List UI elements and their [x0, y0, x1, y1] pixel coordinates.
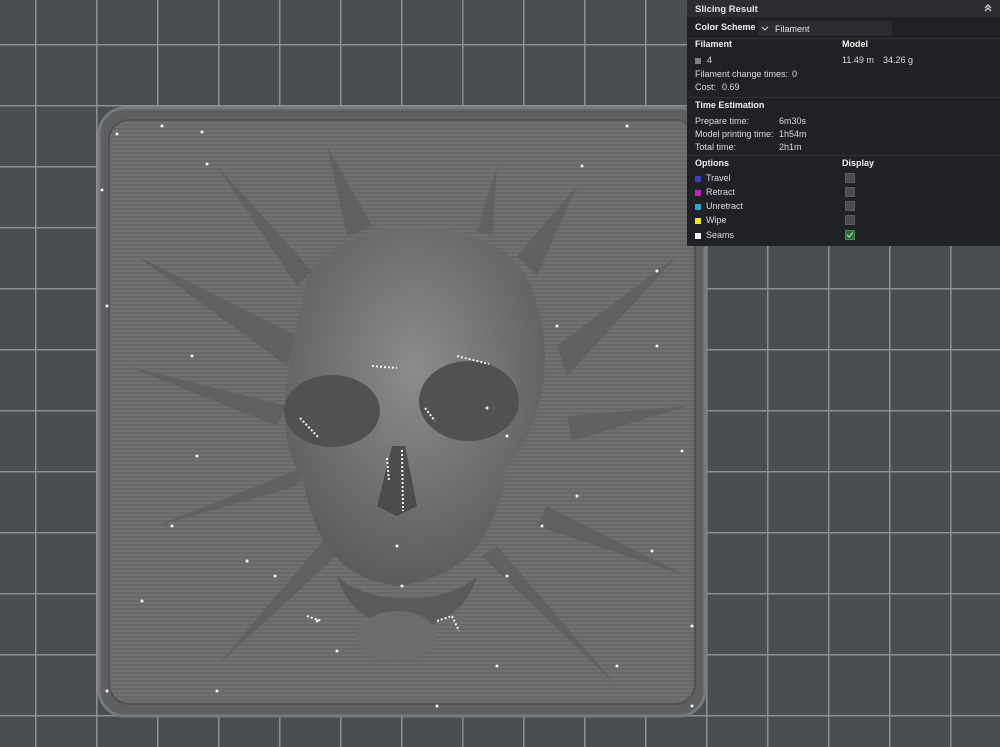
option-wipe-label: Wipe — [706, 215, 727, 225]
unretract-display-checkbox[interactable] — [845, 201, 855, 211]
model-printing-time-label: Model printing time: — [695, 129, 774, 139]
chevron-down-icon — [761, 26, 769, 31]
color-scheme-value: Filament — [775, 24, 810, 34]
unretract-color-swatch — [695, 204, 701, 210]
prepare-time-value: 6m30s — [779, 116, 807, 126]
model-printing-time-value: 1h54m — [779, 129, 807, 139]
filament-color-swatch — [695, 58, 701, 64]
seams-display-checkbox[interactable] — [845, 230, 855, 240]
panel-title: Slicing Result — [695, 4, 758, 15]
retract-display-checkbox[interactable] — [845, 187, 855, 197]
filament-change-value: 0 — [792, 69, 798, 79]
wipe-display-checkbox[interactable] — [845, 215, 855, 225]
prepare-time-label: Prepare time: — [695, 116, 750, 126]
display-header: Display — [842, 158, 875, 168]
filament-length: 11.49 m — [842, 55, 874, 65]
panel-header[interactable]: Slicing Result — [687, 0, 1000, 17]
sliced-model-preview[interactable] — [97, 106, 707, 718]
option-retract-label: Retract — [706, 187, 736, 197]
wipe-color-swatch — [695, 218, 701, 224]
cost-value: 0.69 — [722, 82, 740, 92]
option-unretract-label: Unretract — [706, 201, 744, 211]
filament-id: 4 — [707, 55, 713, 65]
model-column-header: Model — [842, 39, 868, 49]
slicing-result-panel: Slicing Result Color Scheme Filament Fil… — [687, 0, 1000, 246]
time-estimation-title: Time Estimation — [695, 100, 765, 110]
color-scheme-label: Color Scheme — [695, 22, 756, 32]
seams-color-swatch — [695, 233, 701, 239]
color-scheme-dropdown[interactable]: Filament — [758, 21, 892, 36]
options-header: Options — [695, 158, 729, 168]
divider — [687, 97, 1000, 98]
total-time-label: Total time: — [695, 142, 737, 152]
checkmark-icon — [846, 232, 854, 238]
travel-color-swatch — [695, 176, 701, 182]
filament-weight: 34.26 g — [883, 55, 914, 65]
divider — [687, 155, 1000, 156]
option-travel-label: Travel — [706, 173, 731, 183]
collapse-chevron-up-icon[interactable] — [982, 2, 994, 14]
filament-column-header: Filament — [695, 39, 733, 49]
filament-change-label: Filament change times: — [695, 69, 789, 79]
travel-display-checkbox[interactable] — [845, 173, 855, 183]
retract-color-swatch — [695, 190, 701, 196]
option-seams-label: Seams — [706, 230, 735, 240]
cost-label: Cost: — [695, 82, 717, 92]
total-time-value: 2h1m — [779, 142, 802, 152]
